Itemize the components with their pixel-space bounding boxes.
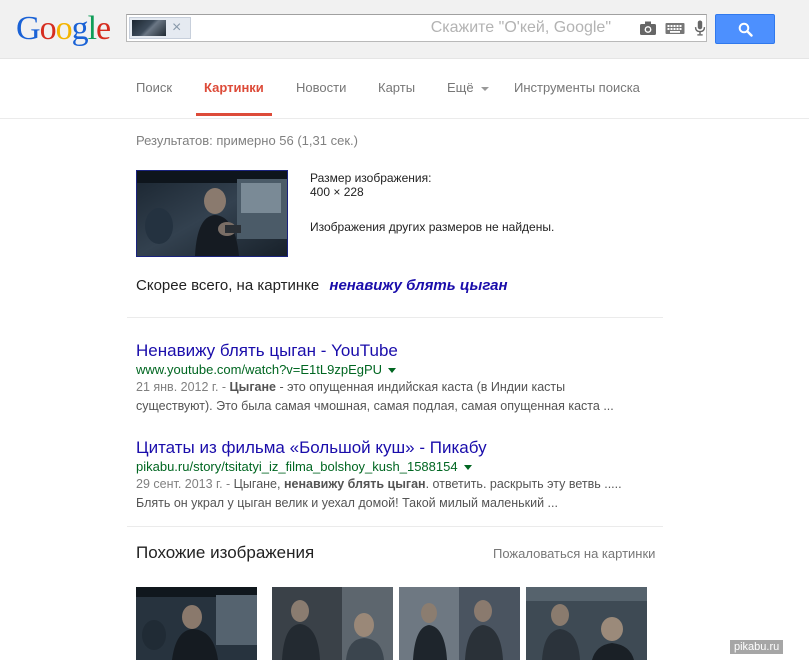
no-other-sizes-text: Изображения других размеров не найдены. — [310, 220, 555, 234]
logo-letter: o — [39, 10, 57, 47]
active-tab-indicator — [196, 113, 272, 116]
result-snippet-line2: Блять он украл у цыган велик и уехал дом… — [136, 496, 558, 510]
similar-image-thumbnail[interactable] — [136, 587, 257, 660]
result-snippet-line2: существуют). Это была самая чмошная, сам… — [136, 399, 614, 413]
tab-more[interactable]: Ещё — [447, 80, 490, 96]
query-image-chip[interactable]: × — [129, 17, 191, 39]
search-box: × — [126, 14, 707, 42]
tab-search[interactable]: Поиск — [136, 80, 172, 96]
result-url: www.youtube.com/watch?v=E1tL9zpEgPU — [136, 361, 656, 378]
microphone-icon[interactable] — [693, 20, 707, 36]
best-guess-prefix: Скорее всего, на картинке — [136, 277, 320, 294]
result-date: 29 сент. 2013 г. - — [136, 477, 234, 491]
logo-letter: g — [71, 10, 89, 47]
tab-more-label: Ещё — [447, 80, 474, 95]
image-size-info: Размер изображения: 400 × 228 — [310, 171, 431, 199]
camera-icon[interactable] — [639, 20, 657, 36]
similar-image-picture — [272, 587, 393, 660]
search-result: Ненавижу блять цыган - YouTube www.youtu… — [136, 341, 656, 416]
query-image-picture — [137, 171, 287, 256]
tab-search-tools[interactable]: Инструменты поиска — [514, 80, 640, 96]
query-image-chip-thumbnail — [132, 20, 166, 36]
logo-letter: l — [87, 10, 98, 47]
header-bar: Google × — [0, 0, 809, 59]
result-url: pikabu.ru/story/tsitatyi_iz_filma_bolsho… — [136, 458, 656, 475]
similar-image-thumbnail[interactable] — [526, 587, 647, 660]
google-logo[interactable]: Google — [16, 10, 111, 48]
chevron-down-icon — [481, 86, 490, 91]
best-guess-link[interactable]: ненавижу блять цыган — [329, 277, 507, 294]
snippet-bold: Цыгане — [229, 380, 276, 394]
tab-maps[interactable]: Карты — [378, 80, 415, 96]
result-snippet: 29 сент. 2013 г. - Цыгане, ненавижу блят… — [136, 475, 656, 494]
search-result: Цитаты из фильма «Большой куш» - Пикабу … — [136, 438, 656, 513]
image-size-label: Размер изображения: — [310, 171, 432, 185]
snippet-text: . ответить. раскрыть эту ветвь ..... — [425, 477, 622, 491]
snippet-bold: ненавижу блять цыган — [283, 477, 426, 491]
snippet-text: Цыгане, — [233, 477, 284, 491]
result-title-link[interactable]: Ненавижу блять цыган - YouTube — [136, 341, 656, 361]
best-guess: Скорее всего, на картинке ненавижу блять… — [136, 277, 508, 294]
result-url-text: www.youtube.com/watch?v=E1tL9zpEgPU — [136, 362, 383, 377]
caret-down-icon[interactable] — [388, 368, 397, 374]
watermark: pikabu.ru — [730, 640, 784, 654]
divider — [127, 317, 663, 318]
result-url-text: pikabu.ru/story/tsitatyi_iz_filma_bolsho… — [136, 459, 458, 474]
similar-image-thumbnail[interactable] — [272, 587, 393, 660]
image-size-value: 400 × 228 — [310, 185, 364, 199]
tab-news[interactable]: Новости — [296, 80, 346, 96]
search-tabs: Поиск Картинки Новости Карты Ещё Инструм… — [0, 58, 809, 119]
similar-image-picture — [136, 587, 257, 660]
result-title-link[interactable]: Цитаты из фильма «Большой куш» - Пикабу — [136, 438, 656, 458]
similar-image-thumbnail[interactable] — [399, 587, 520, 660]
tab-images[interactable]: Картинки — [204, 80, 264, 96]
query-image-thumbnail[interactable] — [136, 170, 288, 257]
similar-image-picture — [399, 587, 520, 660]
snippet-text: - это опущенная индийская каста (в Индии… — [276, 380, 566, 394]
search-icon — [738, 22, 753, 37]
result-stats: Результатов: примерно 56 (1,31 сек.) — [136, 133, 358, 148]
report-images-link[interactable]: Пожаловаться на картинки — [493, 546, 655, 561]
divider — [127, 526, 663, 527]
close-icon[interactable]: × — [172, 18, 181, 38]
similar-image-picture — [526, 587, 647, 660]
search-button[interactable] — [715, 14, 775, 44]
logo-letter: o — [55, 10, 73, 47]
result-snippet: 21 янв. 2012 г. - Цыгане - это опущенная… — [136, 378, 656, 397]
search-input[interactable] — [197, 15, 617, 41]
keyboard-icon[interactable] — [665, 20, 685, 36]
similar-images-heading[interactable]: Похожие изображения — [136, 543, 314, 563]
logo-letter: e — [96, 10, 111, 47]
logo-letter: G — [16, 10, 41, 47]
caret-down-icon[interactable] — [463, 465, 472, 471]
result-date: 21 янв. 2012 г. - — [136, 380, 230, 394]
